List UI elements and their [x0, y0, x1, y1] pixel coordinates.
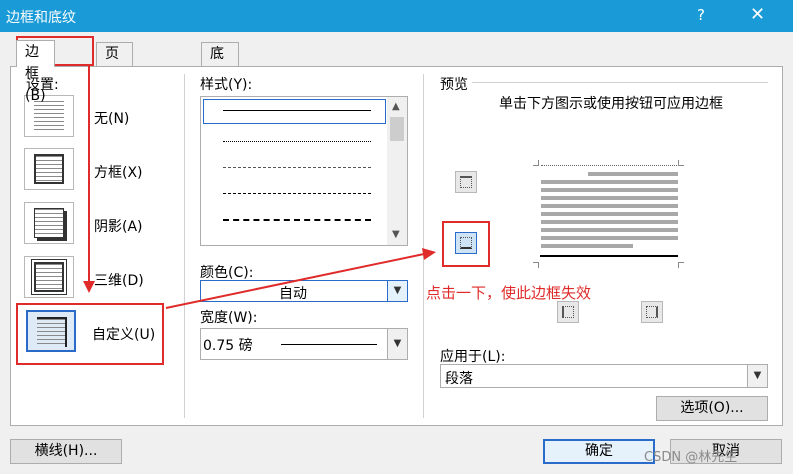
tab-borders[interactable]: 边框(B): [16, 40, 55, 104]
watermark: CSDN @林先生: [644, 450, 738, 465]
annotation-arrow-right: [165, 253, 425, 309]
annotation-arrowhead: [83, 281, 95, 293]
annotation-arrows: [83, 66, 436, 309]
annotation-arrowhead: [422, 248, 436, 260]
annotation-note: 点击一下，使此边框失效: [426, 284, 592, 302]
